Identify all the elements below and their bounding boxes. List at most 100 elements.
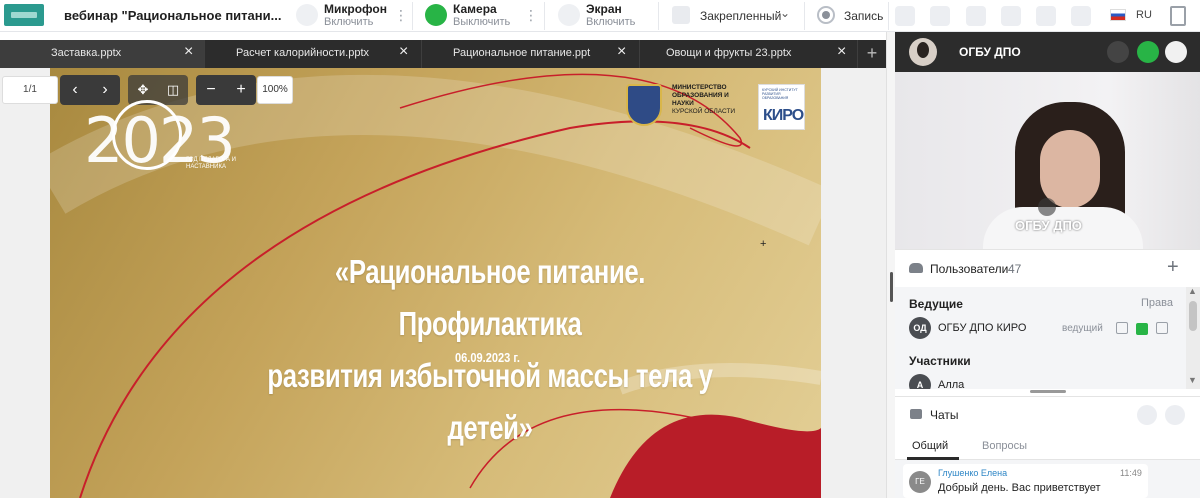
divider [544, 2, 545, 30]
app-logo[interactable] [4, 4, 44, 26]
users-scrollbar[interactable]: ▲ ▼ [1186, 286, 1200, 389]
divider [412, 2, 413, 30]
kiro-caption: КУРСКИЙ ИНСТИТУТ РАЗВИТИЯ ОБРАЗОВАНИЯ [762, 88, 798, 100]
exit-icon[interactable] [1170, 6, 1186, 26]
tab-general[interactable]: Общий [912, 440, 948, 452]
screen-share-control[interactable]: Экран Включить [558, 0, 648, 32]
tab-label: Рациональное питание.ppt [453, 47, 591, 59]
zoom-level[interactable]: 100% [257, 76, 293, 104]
panel-splitter[interactable] [886, 32, 895, 498]
message-time: 11:49 [1120, 468, 1142, 478]
microphone-action: Включить [324, 16, 374, 28]
video-label: ОГБУ ДПО [1015, 218, 1082, 233]
presenters-heading: Ведущие [909, 297, 963, 311]
users-title: Пользователи [930, 262, 1009, 276]
tab-vegetables[interactable]: Овощи и фрукты 23.pptx × [640, 40, 858, 68]
message-author: Глушенко Елена [938, 468, 1008, 478]
tab-label: Расчет калорийности.pptx [236, 47, 370, 59]
avatar: А [909, 374, 931, 389]
camera-icon[interactable] [1137, 41, 1159, 63]
record-icon[interactable] [817, 6, 835, 24]
microphone-label: Микрофон [324, 2, 387, 16]
zoom-group: − + [196, 75, 256, 105]
scroll-down-icon[interactable]: ▼ [1188, 375, 1197, 385]
camera-menu-icon[interactable]: ⋮ [524, 7, 538, 24]
users-header[interactable]: Пользователи 47 + [895, 249, 1200, 287]
gear-icon[interactable] [1165, 41, 1187, 63]
screen-share-icon[interactable] [1156, 322, 1168, 334]
chevron-down-icon[interactable]: ⌄ [780, 6, 790, 20]
users-icon [909, 263, 923, 273]
microphone-control[interactable]: Микрофон Включить [296, 0, 406, 32]
chat-messages: ГЕ Глушенко Елена 11:49 Добрый день. Вас… [895, 460, 1200, 498]
divider [888, 2, 889, 30]
add-tab-button[interactable]: + [858, 40, 886, 68]
grid-icon[interactable] [895, 6, 915, 26]
cursor-icon: + [760, 238, 767, 250]
tab-questions[interactable]: Вопросы [982, 440, 1027, 452]
presenter-role: ведущий [1062, 323, 1103, 334]
webinar-title: вебинар "Рациональное питани... [64, 8, 282, 23]
record-button[interactable]: Запись [844, 9, 883, 23]
close-icon[interactable]: × [837, 43, 846, 61]
participants-heading: Участники [909, 354, 971, 368]
presenter-name[interactable]: ОГБУ ДПО КИРО [938, 322, 1026, 334]
settings-icon[interactable] [1071, 6, 1091, 26]
slide-date: 06.09.2023 г. [455, 350, 520, 365]
chats-title: Чаты [930, 408, 959, 422]
users-count: 47 [1008, 262, 1022, 276]
screen-label: Экран [586, 2, 622, 16]
fit-icon[interactable]: ◫ [158, 75, 188, 105]
gear-icon[interactable] [1165, 405, 1185, 425]
divider [658, 2, 659, 30]
close-icon[interactable]: × [184, 43, 193, 61]
page-indicator[interactable]: 1/1 [2, 76, 58, 104]
chat-export-icon[interactable] [1137, 405, 1157, 425]
add-user-button[interactable]: + [1167, 256, 1179, 279]
video-header: ОГБУ ДПО [895, 32, 1200, 72]
users-icon[interactable] [1001, 6, 1021, 26]
mic-off-icon[interactable] [1116, 322, 1128, 334]
chat-message[interactable]: ГЕ Глушенко Елена 11:49 Добрый день. Вас… [903, 464, 1148, 498]
screen-share-icon [558, 4, 580, 26]
speaker-name: ОГБУ ДПО [959, 45, 1021, 59]
layout-select[interactable]: Закрепленный [700, 9, 781, 23]
camera-icon [425, 4, 447, 26]
layout-icon[interactable] [672, 6, 690, 24]
rights-heading: Права [1141, 297, 1173, 309]
camera-control[interactable]: Камера Выключить [425, 0, 535, 32]
avatar [909, 38, 937, 66]
kiro-wordmark: КИРО [763, 107, 804, 124]
scroll-up-icon[interactable]: ▲ [1188, 286, 1197, 296]
tab-zastavka[interactable]: Заставка.pptx × [0, 40, 205, 68]
coat-of-arms-icon [626, 84, 662, 126]
video-feed: ОГБУ ДПО [895, 72, 1200, 249]
language-select[interactable]: RU [1136, 9, 1152, 21]
camera-icon[interactable] [1136, 323, 1148, 335]
ministry-region: КУРСКОЙ ОБЛАСТИ [672, 108, 736, 115]
zoom-out-button[interactable]: − [196, 75, 226, 105]
ministry-name: МИНИСТЕРСТВО ОБРАЗОВАНИЯ И НАУКИ [672, 84, 729, 107]
prev-page-button[interactable]: ‹ [60, 75, 90, 105]
microphone-menu-icon[interactable]: ⋮ [394, 7, 408, 24]
chat-icon [910, 409, 922, 419]
year-caption: ГОД ПЕДАГОГА И НАСТАВНИКА [186, 157, 236, 170]
file-tabs: Заставка.pptx × Расчет калорийности.pptx… [0, 40, 886, 68]
whiteboard-icon[interactable] [930, 6, 950, 26]
scroll-thumb[interactable] [1189, 301, 1197, 331]
participant-name[interactable]: Алла [938, 379, 964, 389]
folder-icon[interactable] [966, 6, 986, 26]
close-icon[interactable]: × [399, 43, 408, 61]
tab-calories[interactable]: Расчет калорийности.pptx × [205, 40, 422, 68]
close-icon[interactable]: × [617, 43, 626, 61]
page-nav-group: ‹ › [60, 75, 120, 105]
resize-handle[interactable] [1030, 390, 1066, 393]
russia-flag-icon[interactable] [1110, 9, 1126, 21]
info-icon[interactable] [1036, 6, 1056, 26]
zoom-in-button[interactable]: + [226, 75, 256, 105]
next-page-button[interactable]: › [90, 75, 120, 105]
tab-nutrition[interactable]: Рациональное питание.ppt × [422, 40, 640, 68]
tab-label: Овощи и фрукты 23.pptx [666, 47, 792, 59]
headline-line-1: «Рациональное питание. Профилактика [334, 253, 646, 342]
mic-off-icon[interactable] [1107, 41, 1129, 63]
